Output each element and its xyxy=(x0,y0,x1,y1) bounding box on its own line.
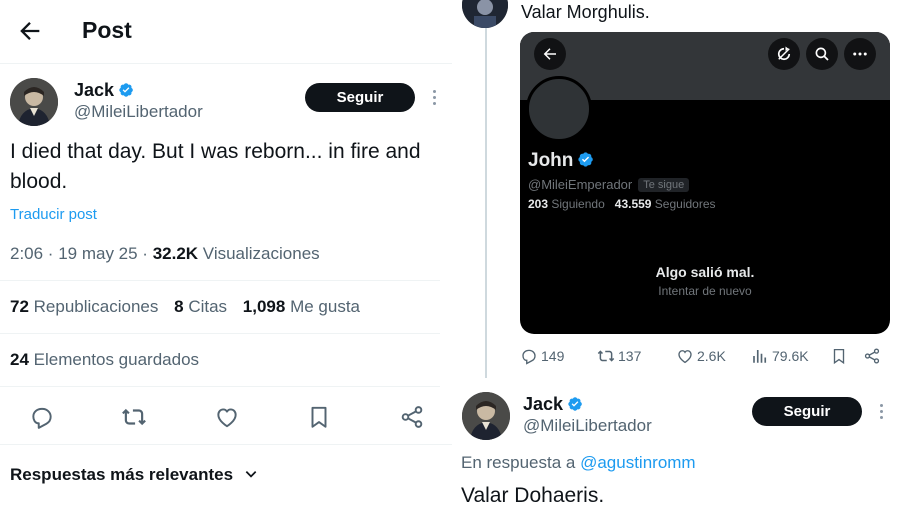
embed-refresh-button xyxy=(768,38,800,70)
divider xyxy=(0,386,440,387)
quotes-stat[interactable]: 8 Citas xyxy=(174,297,227,317)
embedded-profile-screenshot[interactable]: John @MileiEmperador Te sigue 203 Siguien… xyxy=(520,32,890,334)
repost-icon[interactable] xyxy=(121,404,147,430)
reply-author-name[interactable]: Jack xyxy=(523,394,583,415)
more-icon[interactable] xyxy=(431,90,437,108)
embed-profile-name: John xyxy=(528,150,594,172)
translate-post-link[interactable]: Traducir post xyxy=(10,206,97,223)
previous-post-actions: 149 137 2.6K 79.6K xyxy=(520,345,890,367)
follow-button[interactable]: Seguir xyxy=(752,397,862,426)
divider xyxy=(0,333,440,334)
repost-icon xyxy=(597,350,615,362)
bookmarks-stat[interactable]: 24 Elementos guardados xyxy=(10,350,199,370)
like-icon xyxy=(678,350,692,364)
embed-back-button xyxy=(534,38,566,70)
author-name[interactable]: Jack xyxy=(74,80,134,101)
post-text: I died that day. But I was reborn... in … xyxy=(10,140,421,193)
share-icon[interactable] xyxy=(399,404,425,430)
repost-action[interactable]: 137 xyxy=(597,345,641,367)
share-icon[interactable] xyxy=(863,347,881,365)
more-icon[interactable] xyxy=(878,404,884,422)
reply-icon xyxy=(522,349,536,365)
reply-action[interactable]: 149 xyxy=(520,345,564,367)
post-meta: 2:06 · 19 may 25 · 32.2K Visualizaciones xyxy=(10,244,320,264)
views-count: 32.2K xyxy=(152,244,199,263)
replies-sort-dropdown[interactable]: Respuestas más relevantes xyxy=(10,465,258,485)
previous-author-avatar[interactable] xyxy=(462,0,508,28)
embed-more-button xyxy=(844,38,876,70)
reply-author-avatar[interactable] xyxy=(462,392,510,440)
divider xyxy=(0,280,440,281)
embed-error-title: Algo salió mal. xyxy=(655,264,755,280)
embed-retry-label: Intentar de nuevo xyxy=(658,284,752,298)
embed-profile-handle: @MileiEmperador Te sigue xyxy=(528,177,690,192)
verified-icon xyxy=(578,152,594,167)
likes-stat[interactable]: 1,098 Me gusta xyxy=(243,297,360,317)
post-detail-panel: Post Jack @MileiLibertador Seguir I died… xyxy=(0,0,452,506)
refresh-icon xyxy=(777,46,791,61)
views-icon xyxy=(753,350,767,363)
post-timestamp[interactable]: 2:06 · 19 may 25 · xyxy=(10,244,153,263)
views-label: Visualizaciones xyxy=(198,244,320,263)
views-action[interactable]: 79.6K xyxy=(751,345,809,367)
page-title: Post xyxy=(82,17,132,43)
top-bar: Post xyxy=(0,0,452,64)
back-arrow-icon[interactable] xyxy=(16,17,44,45)
author-avatar[interactable] xyxy=(10,78,58,126)
thread-connector-line xyxy=(485,28,487,378)
chevron-down-icon xyxy=(245,471,257,478)
search-icon xyxy=(815,47,829,61)
embed-profile-avatar xyxy=(526,76,592,142)
previous-reply-text: Valar Morghulis. xyxy=(521,2,650,22)
embed-follow-counts: 203 Siguiendo 43.559 Seguidores xyxy=(528,197,716,211)
more-icon xyxy=(853,52,867,56)
like-action[interactable]: 2.6K xyxy=(676,345,726,367)
bookmark-icon[interactable] xyxy=(306,404,332,430)
reply-icon[interactable] xyxy=(29,404,55,430)
reply-text: Valar Dohaeris. xyxy=(461,484,605,506)
reply-to-handle-link[interactable]: @agustinromm xyxy=(580,453,696,472)
embed-search-button xyxy=(806,38,838,70)
reposts-stat[interactable]: 72 Republicaciones xyxy=(10,297,158,317)
verified-icon xyxy=(119,83,133,97)
follows-you-badge: Te sigue xyxy=(638,178,690,192)
post-actions xyxy=(0,398,452,438)
follow-button[interactable]: Seguir xyxy=(305,83,415,112)
reply-author-handle[interactable]: @MileiLibertador xyxy=(523,416,652,436)
back-arrow-icon xyxy=(543,48,556,60)
reply-thread-panel: Valar Morghulis. John @MileiEmperador Te … xyxy=(452,0,900,506)
verified-icon xyxy=(568,397,582,411)
engagement-stats: 72 Republicaciones 8 Citas 1,098 Me gust… xyxy=(10,297,371,317)
in-reply-to: En respuesta a @agustinromm xyxy=(461,453,696,472)
like-icon[interactable] xyxy=(214,404,240,430)
bookmark-icon[interactable] xyxy=(830,347,848,365)
author-handle[interactable]: @MileiLibertador xyxy=(74,102,203,122)
divider xyxy=(0,444,452,445)
